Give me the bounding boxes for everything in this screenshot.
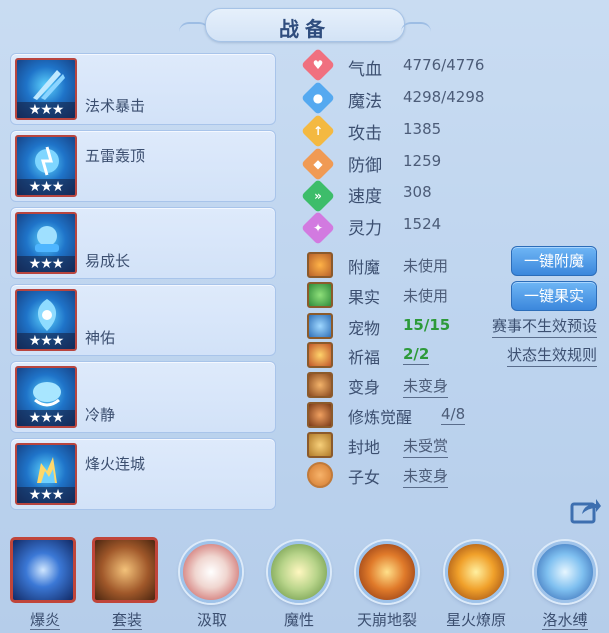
one-click-enchant-button[interactable]: 一键附魔 [511,246,597,276]
status-value-pet: 15/15 [403,316,451,334]
beacon-fire-icon: ★★★ [15,443,77,505]
status-value-children[interactable]: 未变身 [403,465,449,488]
skill-water-bind-icon[interactable] [534,541,596,603]
star-rating: ★★★ [17,179,75,195]
equip-slot-3[interactable]: ★★★ 易成长 [10,207,276,279]
stat-label-speed: 速度 [348,187,382,207]
spirit-icon: ✦ [301,211,335,245]
status-value-blessing[interactable]: 2/2 [403,345,430,365]
mana-icon: ● [301,81,335,115]
equip-name: 神佑 [85,329,116,347]
event-preset-link[interactable]: 赛事不生效预设 [491,315,597,338]
star-rating: ★★★ [17,487,75,503]
skill-absorb-icon[interactable] [180,541,242,603]
status-value-cultivation[interactable]: 4/8 [441,405,466,425]
skill-wildfire-icon[interactable] [445,541,507,603]
skill-bar: 爆炎 套装 汲取 魔性 天崩地裂 星火燎原 洛水缚 [0,527,609,633]
skill-label-demonic: 魔性 [283,611,314,629]
equip-slot-5[interactable]: ★★★ 冷静 [10,361,276,433]
skill-earthquake-icon[interactable] [356,541,418,603]
stat-label-attack: 攻击 [348,124,382,144]
star-rating: ★★★ [17,102,75,118]
sword-icon: ↑ [301,114,335,148]
stat-value-mp: 4298/4298 [403,88,485,106]
star-rating: ★★★ [17,256,75,272]
pet-icon [307,313,333,339]
equip-name: 烽火连城 [85,455,146,473]
calm-icon: ★★★ [15,366,77,428]
equip-name: 法术暴击 [85,97,146,115]
equip-slot-2[interactable]: ★★★ 五雷轰顶 [10,130,276,202]
status-value-enchant: 未使用 [403,257,449,275]
enchant-icon [307,252,333,278]
skill-label-water-bind[interactable]: 洛水缚 [520,609,609,630]
equip-name: 五雷轰顶 [85,147,146,165]
star-rating: ★★★ [17,333,75,349]
title-banner: 战备 [179,8,431,44]
stat-label-mp: 魔法 [348,92,382,112]
fruit-icon [307,282,333,308]
stat-label-defense: 防御 [348,156,382,176]
status-label-children: 子女 [348,468,381,487]
equip-slot-6[interactable]: ★★★ 烽火连城 [10,438,276,510]
transform-icon [307,372,333,398]
heart-icon: ♥ [301,48,335,82]
share-icon[interactable] [570,496,602,524]
skill-demonic-icon[interactable] [268,541,330,603]
equip-slot-4[interactable]: ★★★ 神佑 [10,284,276,356]
status-rules-link[interactable]: 状态生效规则 [506,344,597,367]
divine-blessing-icon: ★★★ [15,289,77,351]
magic-crit-icon: ★★★ [15,58,77,120]
skill-label-blazing-flame[interactable]: 爆炎 [0,609,90,630]
status-label-pet: 宠物 [348,319,381,338]
stat-value-hp: 4776/4776 [403,56,485,74]
stat-value-speed: 308 [403,183,432,201]
status-label-enchant: 附魔 [348,258,381,277]
skill-label-suit[interactable]: 套装 [82,609,172,630]
status-label-fruit: 果实 [348,288,381,307]
status-value-transform[interactable]: 未变身 [403,375,449,398]
children-icon [307,462,333,488]
equip-name: 易成长 [85,252,131,270]
cultivation-icon [307,402,333,428]
stat-label-hp: 气血 [348,60,382,80]
blessing-icon [307,342,333,368]
star-rating: ★★★ [17,410,75,426]
speed-icon: » [301,179,335,213]
stat-label-spirit: 灵力 [348,219,382,239]
fief-icon [307,432,333,458]
skill-suit-icon[interactable] [92,537,158,603]
title-ornament-right [401,22,431,32]
status-value-fruit: 未使用 [403,287,449,305]
equip-slot-1[interactable]: ★★★ 法术暴击 [10,53,276,125]
skill-label-earthquake: 天崩地裂 [356,611,417,629]
skill-blazing-flame-icon[interactable] [10,537,76,603]
equip-name: 冷静 [85,406,116,424]
stat-value-spirit: 1524 [403,215,442,233]
one-click-fruit-button[interactable]: 一键果实 [511,281,597,311]
page-title: 战备 [279,17,331,41]
thunder-icon: ★★★ [15,135,77,197]
stat-value-defense: 1259 [403,152,442,170]
skill-label-absorb: 汲取 [196,611,227,629]
shield-icon: ◆ [301,147,335,181]
status-value-fief[interactable]: 未受赏 [403,435,449,458]
stat-value-attack: 1385 [403,120,442,138]
skill-label-wildfire: 星火燎原 [445,611,506,629]
growth-icon: ★★★ [15,212,77,274]
status-label-blessing: 祈福 [348,348,381,367]
status-label-cultivation: 修炼觉醒 [348,408,413,427]
status-label-fief: 封地 [348,438,381,457]
status-label-transform: 变身 [348,378,381,397]
